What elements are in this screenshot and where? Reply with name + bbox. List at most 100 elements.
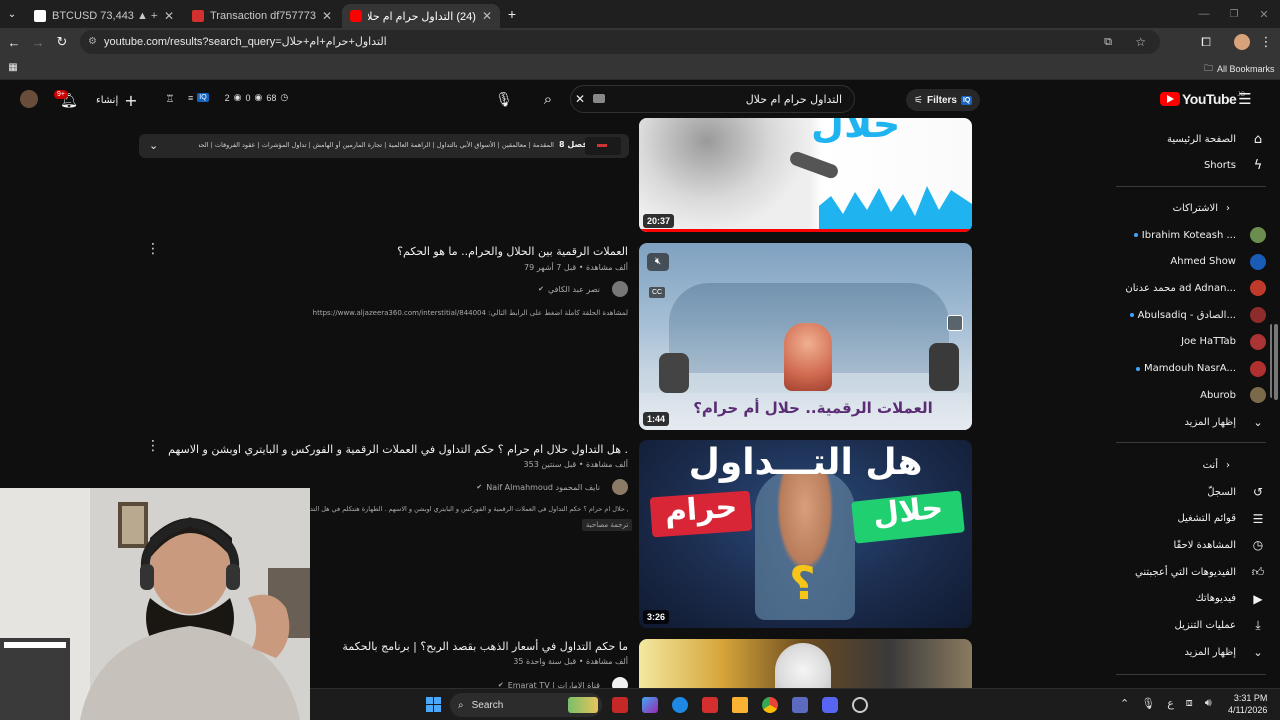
- thumb-text-top: هل التـــداول: [688, 442, 923, 483]
- site-info-icon[interactable]: ⚙: [88, 30, 97, 54]
- video-thumbnail-1[interactable]: حلال 20:37: [639, 118, 972, 232]
- discord-icon[interactable]: [822, 697, 838, 713]
- forward-arrow-icon[interactable]: →: [30, 34, 46, 50]
- app-icon-a[interactable]: [612, 697, 628, 713]
- cc-badge[interactable]: CC: [649, 287, 666, 298]
- show-more-button-2[interactable]: إظهار المزيد ⌄: [1116, 639, 1266, 665]
- sidebar-item-subscription[interactable]: Aburob: [1116, 382, 1266, 408]
- sidebar-item-you[interactable]: المشاهدة لاحقًا ◷: [1116, 532, 1266, 558]
- apps-grid-icon[interactable]: ▦: [6, 60, 20, 74]
- channel-row-3[interactable]: ✔ Naif Almahmoud نايف المحمود: [476, 479, 628, 495]
- youtube-favicon-icon: [350, 10, 362, 22]
- keyboard-icon[interactable]: [593, 94, 605, 103]
- search-input[interactable]: [642, 86, 842, 112]
- mic-icon[interactable]: 🎙︎: [1141, 697, 1155, 710]
- app-icon-red[interactable]: [702, 697, 718, 713]
- copilot-icon[interactable]: [642, 697, 658, 713]
- sidebar-item-shorts[interactable]: Shorts ϟ: [1116, 152, 1266, 178]
- video-thumbnail-4[interactable]: [639, 639, 972, 688]
- chapters-count: 8 فصل: [559, 140, 588, 149]
- sidebar-item-subscription[interactable]: Joe HaTTab: [1116, 329, 1266, 355]
- duration-badge: 20:37: [643, 214, 675, 228]
- youtube-logo[interactable]: YouTube JO: [1160, 91, 1245, 107]
- verified-icon: ✔: [476, 483, 483, 491]
- install-app-icon[interactable]: ⧉: [1104, 30, 1112, 54]
- tab-transaction[interactable]: Transaction df757773b1ded130... ✕: [184, 4, 340, 28]
- all-bookmarks-button[interactable]: 🗀 All Bookmarks: [1204, 61, 1275, 77]
- show-more-label: إظهار المزيد: [1184, 646, 1236, 658]
- search-box: ✕: [570, 85, 855, 113]
- show-more-label: إظهار المزيد: [1184, 416, 1236, 428]
- tab-btcusd[interactable]: BTCUSD 73,443 ▲ +0.63% abo... ✕: [26, 4, 182, 28]
- video-thumbnail-3[interactable]: هل التـــداول حلال حرام ؟ 3:26: [639, 440, 972, 628]
- close-icon[interactable]: ✕: [322, 9, 332, 23]
- profile-avatar[interactable]: [1234, 34, 1250, 50]
- channel-avatar: [612, 479, 628, 495]
- subscriptions-heading[interactable]: الاشتراكات ›: [1116, 195, 1266, 221]
- sidebar-item-you[interactable]: السجلّ ↺: [1116, 479, 1266, 505]
- video-title-3[interactable]: هل التداول حلال ام حرام ؟ حكم التداول في…: [168, 443, 628, 456]
- video-thumbnail-2[interactable]: العملات الرقمية.. حلال أم حرام؟ 🔇︎ CC 1:…: [639, 243, 972, 430]
- window-close-icon[interactable]: ✕: [1256, 6, 1272, 22]
- sidebar-item-you[interactable]: الفيديوهات التي أعجبتني 👍︎: [1116, 559, 1266, 585]
- video-title-4[interactable]: ما حكم التداول في أسعار الذهب بقصد الربح…: [342, 640, 628, 653]
- hamburger-menu-icon[interactable]: ☰: [1236, 90, 1254, 108]
- maximize-icon[interactable]: ❐: [1226, 6, 1242, 22]
- menu-kebab-icon[interactable]: ⋮: [1258, 34, 1274, 50]
- sidebar-item-you[interactable]: فيديوهاتك ▶: [1116, 586, 1266, 612]
- windows-start-icon[interactable]: [426, 697, 441, 712]
- chevron-down-icon[interactable]: ⌄: [149, 139, 158, 152]
- account-avatar[interactable]: [20, 90, 38, 108]
- back-arrow-icon[interactable]: ←: [6, 34, 22, 50]
- chrome-icon[interactable]: [762, 697, 778, 713]
- minimize-icon[interactable]: —: [1196, 6, 1212, 22]
- sidebar-item-subscription[interactable]: Ahmed Show: [1116, 249, 1266, 275]
- volume-icon[interactable]: 🔊︎: [1205, 697, 1212, 710]
- video-title-2[interactable]: العملات الرقمية بين الحلال والحرام.. ما …: [397, 245, 628, 258]
- video-more-icon[interactable]: ⋮: [146, 437, 160, 454]
- page-scrollbar-track[interactable]: [1272, 118, 1280, 688]
- sidebar-item-home[interactable]: الصفحة الرئيسية ⌂: [1116, 126, 1266, 152]
- filters-button[interactable]: ⚟ Filters IQ: [906, 89, 981, 111]
- app-icon-circle[interactable]: [852, 697, 868, 713]
- sidebar-item-subscription[interactable]: Abulsadiq - الصادق...: [1116, 302, 1266, 328]
- sidebar-item-label: Ahmed Show: [1170, 256, 1236, 268]
- clock[interactable]: 3:31 PM 4/11/2026: [1228, 692, 1267, 716]
- you-heading[interactable]: أنت ›: [1116, 452, 1266, 478]
- sidebar-item-subscription[interactable]: Mamdouh NasrA...: [1116, 356, 1266, 382]
- channel-row-2[interactable]: ✔ نصر عبد الكافي: [538, 281, 628, 297]
- teams-icon[interactable]: [792, 697, 808, 713]
- sidebar-item-you[interactable]: قوائم التشغيل ☰: [1116, 506, 1266, 532]
- sidebar-item-subscription[interactable]: Ibrahim Koteash ...: [1116, 222, 1266, 248]
- search-icon[interactable]: ⌕: [538, 89, 558, 109]
- chevron-up-icon[interactable]: ⌃: [1120, 697, 1129, 710]
- voice-search-mic-icon[interactable]: 🎙︎: [494, 89, 514, 109]
- mute-icon[interactable]: 🔇︎: [647, 253, 669, 271]
- show-more-button[interactable]: إظهار المزيد ⌄: [1116, 409, 1266, 435]
- sidebar-item-you[interactable]: عمليات التنزيل ⤓: [1116, 613, 1266, 639]
- create-button[interactable]: إنشاء +: [96, 91, 138, 110]
- new-tab-icon[interactable]: +: [504, 6, 520, 22]
- close-icon[interactable]: ✕: [164, 9, 174, 23]
- url-bar[interactable]: ⚙ youtube.com/results?search_query=التدا…: [80, 30, 1160, 54]
- language-indicator[interactable]: ع: [1167, 697, 1174, 710]
- edge-icon[interactable]: [672, 697, 688, 713]
- taskbar-search-box[interactable]: ⌕ Search: [450, 693, 602, 717]
- network-icon[interactable]: ⧈: [1186, 697, 1193, 710]
- file-explorer-icon[interactable]: [732, 697, 748, 713]
- chapters-bar[interactable]: ⌄ المقدمة | معالمقين | الأسواق الأبي بال…: [139, 134, 629, 158]
- tab-youtube[interactable]: (24) التداول حرام ام حلال - YouTube ✕: [342, 4, 500, 28]
- sidebar-item-subscription[interactable]: محمد عدنان ad Adnan...: [1116, 275, 1266, 301]
- video-more-icon[interactable]: ⋮: [146, 240, 160, 257]
- channel-avatar: [1250, 307, 1266, 324]
- close-icon[interactable]: ✕: [482, 9, 492, 23]
- picture-in-picture-icon[interactable]: [947, 315, 963, 331]
- extension-trophy-icon[interactable]: ♖: [162, 91, 178, 107]
- page-scrollbar-thumb[interactable]: [1274, 324, 1278, 400]
- extensions-icon[interactable]: ⧠: [1198, 34, 1214, 50]
- reload-icon[interactable]: ↻: [54, 34, 70, 50]
- bookmark-star-icon[interactable]: ☆: [1135, 30, 1146, 54]
- clear-search-icon[interactable]: ✕: [575, 92, 585, 106]
- tab-search-icon[interactable]: ⌄: [4, 6, 20, 22]
- notification-badge: 9+: [54, 90, 68, 99]
